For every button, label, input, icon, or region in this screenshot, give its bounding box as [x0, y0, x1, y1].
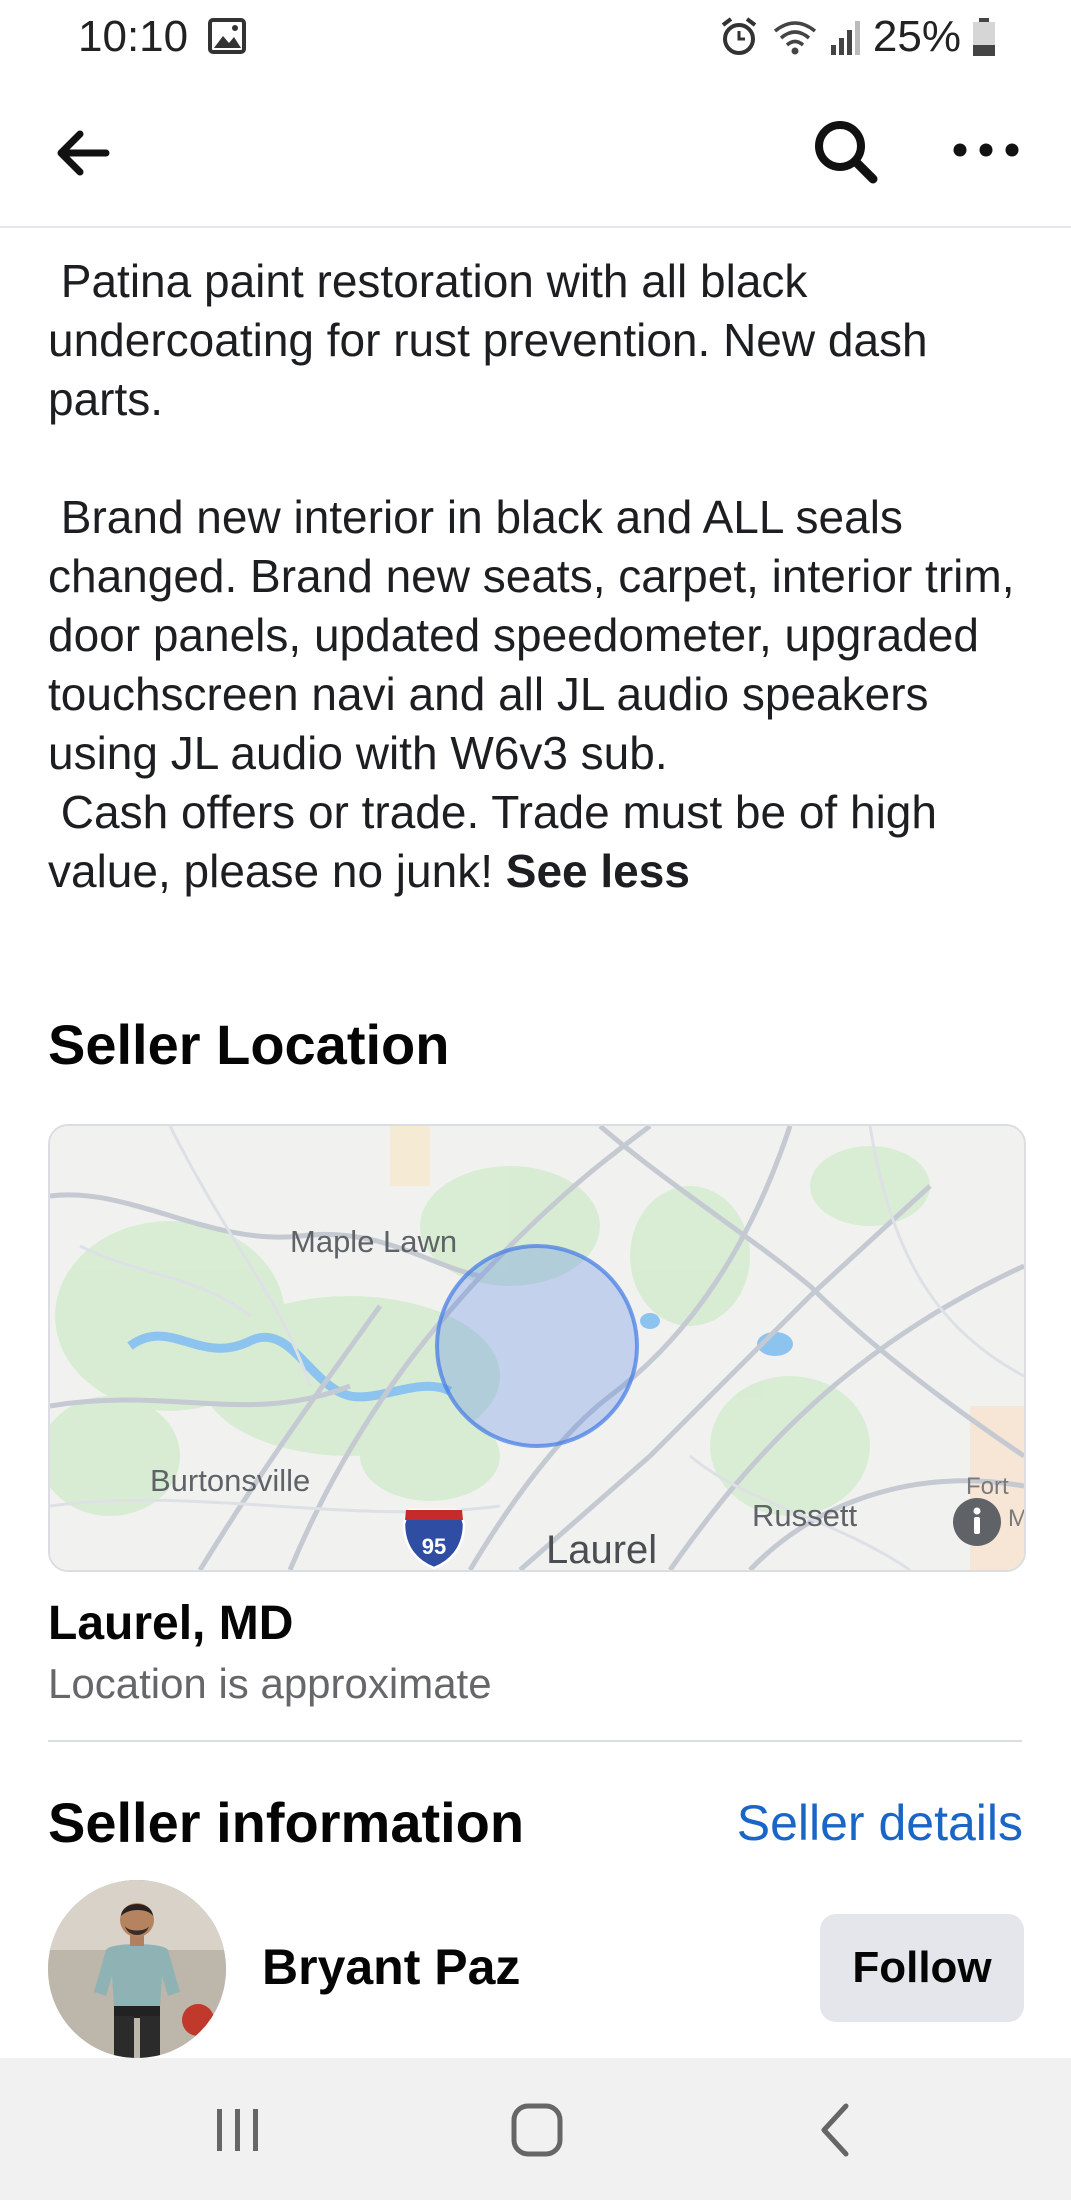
seller-name[interactable]: Bryant Paz	[262, 1938, 520, 1996]
avatar[interactable]	[48, 1880, 226, 2058]
map-label-laurel: Laurel	[546, 1528, 657, 1570]
map-label-burtonsville: Burtonsville	[150, 1463, 310, 1498]
description-text: Patina paint restoration with all black …	[48, 255, 1015, 897]
location-approximate-note: Location is approximate	[48, 1660, 492, 1707]
see-less-link[interactable]: See less	[506, 845, 690, 897]
map-label-maple-lawn: Maple Lawn	[290, 1224, 457, 1259]
more-options-icon[interactable]	[950, 128, 1022, 172]
location-map[interactable]: Maple Lawn Burtonsville Laurel Russett F…	[48, 1124, 1026, 1572]
recent-apps-icon[interactable]	[203, 2100, 273, 2160]
alarm-icon	[721, 17, 757, 55]
home-icon[interactable]	[502, 2100, 572, 2160]
section-divider	[48, 1740, 1022, 1742]
map-label-fort: Fort	[966, 1473, 1009, 1500]
listing-description: Patina paint restoration with all black …	[48, 252, 1033, 901]
interstate-number: 95	[422, 1534, 446, 1559]
status-icons: 25%	[717, 12, 997, 62]
back-nav-icon[interactable]	[802, 2100, 872, 2160]
follow-button[interactable]: Follow	[820, 1914, 1024, 2022]
map-label-fort-suffix: M	[1008, 1505, 1024, 1532]
seller-details-link[interactable]: Seller details	[737, 1794, 1023, 1852]
back-arrow-icon[interactable]	[50, 121, 114, 185]
battery-icon	[973, 18, 995, 56]
status-time: 10:10	[78, 12, 189, 61]
system-navigation-bar	[0, 2058, 1071, 2200]
battery-percent: 25%	[872, 12, 961, 61]
wifi-icon	[773, 21, 817, 55]
gallery-icon	[208, 18, 246, 54]
top-nav	[0, 76, 1071, 228]
signal-icon	[830, 21, 860, 55]
location-name: Laurel, MD	[48, 1597, 294, 1650]
seller-information-heading: Seller information	[48, 1791, 525, 1854]
status-bar: 10:10 25%	[0, 0, 1071, 76]
seller-location-heading: Seller Location	[48, 1013, 450, 1076]
search-icon[interactable]	[810, 116, 880, 186]
seller-photo	[48, 1880, 226, 2058]
map-label-russett: Russett	[752, 1498, 857, 1533]
map-info-icon[interactable]	[953, 1498, 1001, 1546]
